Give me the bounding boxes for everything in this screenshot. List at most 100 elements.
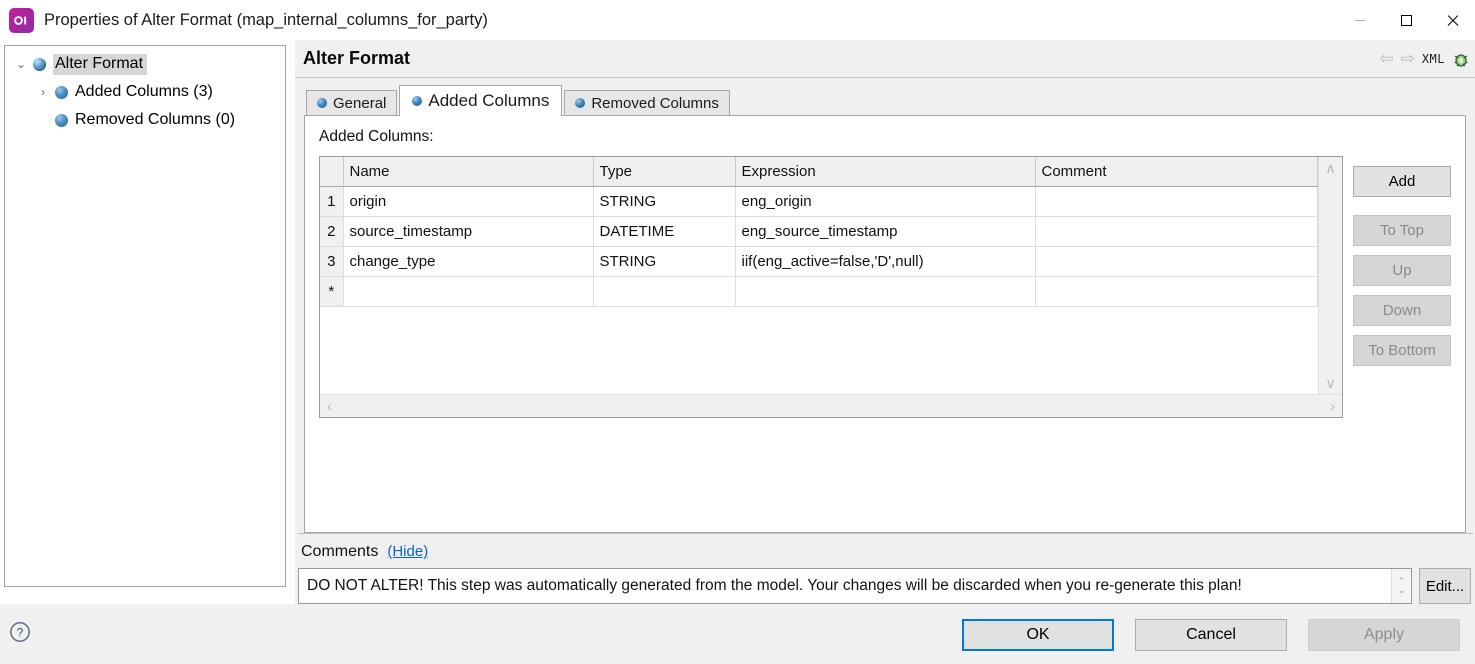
to-top-button[interactable]: To Top [1353,215,1451,246]
tab-dot-icon [575,98,585,108]
forward-arrow-icon[interactable]: ⇨ [1401,51,1415,68]
header-toolbar: ⇦ ⇨ XML [1379,40,1469,78]
tab-label: General [333,95,386,112]
scroll-down-icon[interactable]: ∨ [1325,376,1335,390]
to-bottom-button[interactable]: To Bottom [1353,335,1451,366]
cell-type[interactable] [593,276,735,306]
cell-expression[interactable]: iif(eng_active=false,'D',null) [735,246,1035,276]
chevron-right-icon[interactable]: › [31,85,55,99]
scroll-up-icon[interactable]: ∧ [1325,161,1335,175]
comments-spinner[interactable]: ⌃ ⌄ [1391,569,1411,603]
close-button[interactable] [1429,0,1475,40]
cell-name[interactable] [343,276,593,306]
cell-comment[interactable] [1035,186,1318,216]
cell-name[interactable]: source_timestamp [343,216,593,246]
tree-item-alter-format[interactable]: ⌄ Alter Format [5,50,285,78]
columns-table: Name Type Expression Comment [320,157,1318,307]
tab-removed-columns[interactable]: Removed Columns [564,90,730,115]
table-header-row: Name Type Expression Comment [320,157,1318,186]
dialog-body: ⌄ Alter Format › Added Columns (3) Remov… [0,40,1475,604]
app-icon [9,8,34,33]
tree-item-label: Removed Columns (0) [75,111,235,129]
new-row-marker: * [320,276,343,306]
footer-buttons: OK Cancel Apply [962,619,1460,651]
properties-dialog: Properties of Alter Format (map_internal… [0,0,1475,664]
table-row[interactable]: 1 origin STRING eng_origin [320,186,1318,216]
added-columns-grid: Name Type Expression Comment [319,156,1343,418]
horizontal-scrollbar[interactable]: ‹ › [320,394,1342,417]
ok-button[interactable]: OK [962,619,1114,651]
node-sphere-icon [33,58,46,71]
up-button[interactable]: Up [1353,255,1451,286]
comments-value: DO NOT ALTER! This step was automaticall… [299,577,1391,595]
tab-added-columns[interactable]: Added Columns [399,85,562,116]
vertical-scrollbar[interactable]: ∧ ∨ [1318,157,1342,394]
tab-general[interactable]: General [306,90,397,115]
grid-action-buttons: Add To Top Up Down To Bottom [1353,156,1451,522]
window-title: Properties of Alter Format (map_internal… [44,11,488,30]
cell-comment[interactable] [1035,246,1318,276]
app-icon-glyph [14,15,29,26]
cell-name[interactable]: origin [343,186,593,216]
comments-header: Comments (Hide) [298,543,1471,561]
cell-type[interactable]: STRING [593,246,735,276]
comments-label: Comments [301,543,378,561]
spinner-down-icon[interactable]: ⌄ [1398,586,1406,595]
grid-row: Name Type Expression Comment [319,156,1451,522]
help-icon-glyph: ? [9,621,31,643]
back-arrow-icon[interactable]: ⇦ [1379,51,1393,68]
cancel-button[interactable]: Cancel [1135,619,1287,651]
column-header-comment[interactable]: Comment [1035,157,1318,186]
comments-input[interactable]: DO NOT ALTER! This step was automaticall… [298,568,1412,604]
table-row-new[interactable]: * [320,276,1318,306]
tab-panel-added-columns: Added Columns: [304,116,1466,533]
cell-expression[interactable] [735,276,1035,306]
grid-inner: Name Type Expression Comment [320,157,1342,394]
cell-name[interactable]: change_type [343,246,593,276]
title-bar: Properties of Alter Format (map_internal… [0,0,1475,40]
down-button[interactable]: Down [1353,295,1451,326]
tree-item-removed-columns[interactable]: Removed Columns (0) [5,106,285,134]
column-header-expression[interactable]: Expression [735,157,1035,186]
help-icon[interactable]: ? [0,621,31,648]
column-header-type[interactable]: Type [593,157,735,186]
minimize-button[interactable] [1337,0,1383,40]
svg-text:?: ? [17,626,24,640]
column-header-name[interactable]: Name [343,157,593,186]
cell-expression[interactable]: eng_origin [735,186,1035,216]
row-number: 1 [320,186,343,216]
table-row[interactable]: 2 source_timestamp DATETIME eng_source_t… [320,216,1318,246]
tab-dot-icon [317,98,327,108]
cell-type[interactable]: STRING [593,186,735,216]
window-controls [1337,0,1475,40]
comments-hide-link[interactable]: (Hide) [387,543,428,560]
comments-row: DO NOT ALTER! This step was automaticall… [298,568,1471,604]
tab-strip: General Added Columns Removed Columns [304,86,1466,116]
xml-button[interactable]: XML [1422,52,1445,66]
close-icon [1446,14,1459,27]
tab-dot-icon [412,96,422,106]
scroll-right-icon[interactable]: › [1330,399,1335,413]
row-number-header [320,157,343,186]
cell-comment[interactable] [1035,216,1318,246]
cell-type[interactable]: DATETIME [593,216,735,246]
cell-expression[interactable]: eng_source_timestamp [735,216,1035,246]
edit-comments-button[interactable]: Edit... [1419,568,1471,604]
content-pane: Alter Format ⇦ ⇨ XML [295,40,1475,604]
page-title: Alter Format [303,48,410,69]
tree-item-added-columns[interactable]: › Added Columns (3) [5,78,285,106]
maximize-button[interactable] [1383,0,1429,40]
cell-comment[interactable] [1035,276,1318,306]
content-header: Alter Format ⇦ ⇨ XML [295,40,1475,78]
apply-button[interactable]: Apply [1308,619,1460,651]
add-button[interactable]: Add [1353,166,1451,197]
tab-label: Removed Columns [591,95,719,112]
table-row[interactable]: 3 change_type STRING iif(eng_active=fals… [320,246,1318,276]
grid-scroll-area[interactable]: Name Type Expression Comment [320,157,1318,394]
bug-icon[interactable] [1452,51,1469,68]
chevron-down-icon[interactable]: ⌄ [9,57,33,71]
node-sphere-icon [55,86,68,99]
scroll-left-icon[interactable]: ‹ [327,399,332,413]
tree-item-label: Alter Format [53,54,147,75]
dialog-footer: ? OK Cancel Apply [0,604,1475,664]
